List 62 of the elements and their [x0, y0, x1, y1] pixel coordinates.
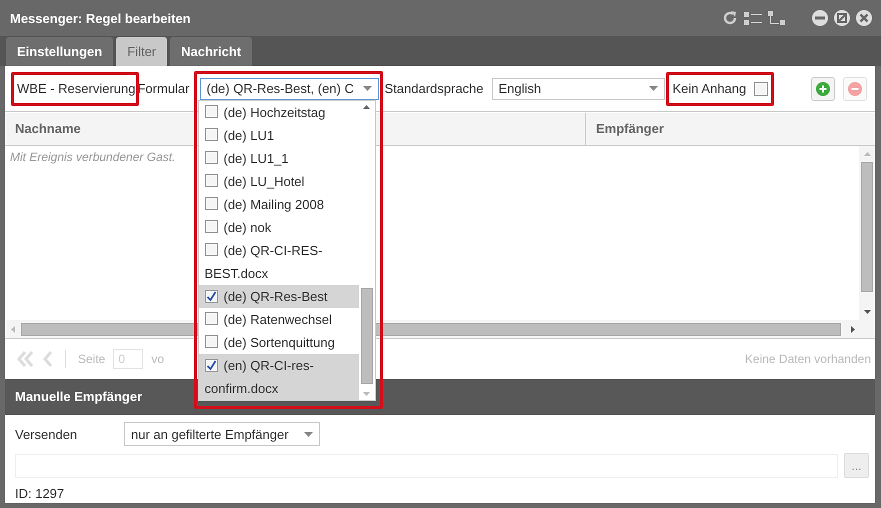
plus-icon — [816, 82, 830, 96]
checkbox[interactable] — [204, 290, 218, 302]
checkbox[interactable] — [204, 220, 218, 232]
column-header[interactable]: Empfänger — [586, 113, 664, 145]
field-label: Formular — [137, 81, 190, 96]
check-icon — [206, 360, 216, 370]
list-option[interactable]: (de) nok — [198, 216, 358, 238]
refresh-icon[interactable] — [721, 9, 739, 27]
window-title: Messenger: Regel bearbeiten — [10, 10, 191, 26]
checkbox[interactable] — [204, 128, 218, 140]
id-text: ID: 1297 — [15, 486, 66, 501]
restore-icon[interactable] — [833, 9, 851, 27]
checkbox[interactable] — [204, 358, 218, 372]
list-option[interactable]: (de) LU1_1 — [198, 146, 358, 170]
checkbox[interactable] — [204, 312, 218, 324]
checkbox[interactable] — [204, 196, 218, 210]
add-button[interactable] — [811, 76, 835, 100]
tab[interactable]: Nachricht — [170, 37, 252, 66]
checkbox[interactable] — [204, 174, 218, 186]
list-option[interactable]: (de) Sortenquittung — [198, 330, 358, 354]
event-label: WBE - Reservierung — [17, 81, 136, 96]
list-option[interactable]: (de) QR-Res-Best — [198, 284, 358, 308]
caret-icon — [648, 86, 658, 91]
field-label: Standardsprache — [384, 81, 484, 96]
checkbox[interactable] — [204, 334, 218, 348]
checkbox-label: Kein Anhang — [672, 81, 746, 96]
checkbox[interactable] — [204, 242, 218, 256]
scrollbar-thumb[interactable] — [360, 288, 372, 384]
caret-icon — [304, 432, 313, 436]
list-option[interactable]: (en) QR-CI-res-confirm.docx — [198, 354, 358, 400]
scrollbar[interactable] — [859, 146, 875, 320]
list-option[interactable]: (de) LU1 — [198, 124, 358, 146]
minimize-icon[interactable] — [811, 9, 829, 27]
list-option[interactable]: (de) LU_Hotel — [198, 170, 358, 192]
status-text: Keine Daten vorhanden — [744, 352, 871, 366]
check-icon — [206, 290, 216, 302]
scroll-right-icon — [851, 326, 855, 332]
scroll-down-icon — [864, 310, 870, 314]
form-dropdown[interactable]: (de) QR-Res-Best, (en) C — [200, 78, 378, 100]
tree-expand-icon[interactable] — [743, 9, 763, 27]
list-option[interactable]: (de) Mailing 2008 — [198, 192, 358, 216]
checkbox[interactable] — [754, 82, 768, 96]
checkbox[interactable] — [204, 104, 218, 118]
checkbox[interactable] — [204, 150, 218, 164]
send-dropdown[interactable]: nur an gefilterte Empfänger — [124, 422, 320, 446]
page-count-label: vo — [151, 352, 164, 366]
scroll-down-icon — [363, 392, 370, 396]
scroll-left-icon — [11, 326, 15, 332]
list-option[interactable]: (de) QR-CI-RES-BEST.docx — [198, 238, 358, 284]
language-dropdown[interactable]: English — [492, 78, 665, 100]
minus-icon — [848, 82, 862, 96]
field-label: Versenden — [15, 426, 78, 442]
list-option[interactable]: (de) Ratenwechsel — [198, 308, 358, 330]
scroll-up-icon — [363, 104, 370, 108]
scrollbar-thumb[interactable] — [861, 162, 873, 292]
tab[interactable]: Einstellungen — [6, 37, 114, 66]
caret-icon — [362, 86, 372, 91]
tree-collapse-icon[interactable] — [767, 9, 787, 27]
close-icon[interactable] — [855, 9, 873, 27]
scroll-up-icon — [864, 152, 870, 156]
group-row-text: Mit Ereignis verbundener Gast. — [9, 149, 176, 166]
page-label: Seite — [78, 352, 106, 366]
